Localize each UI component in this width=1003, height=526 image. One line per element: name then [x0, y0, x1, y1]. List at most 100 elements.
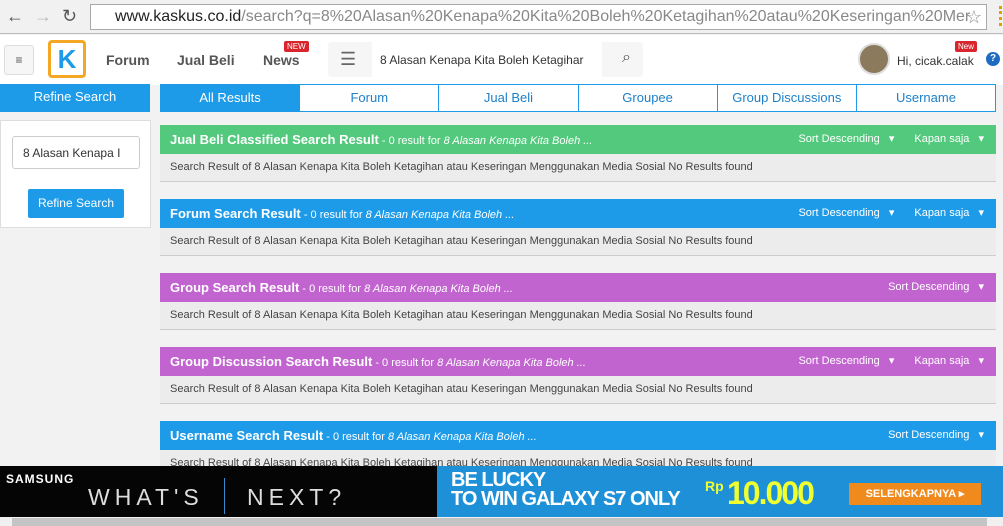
address-bar[interactable]: www.kaskus.co.id/search?q=8%20Alasan%20K… [90, 4, 987, 30]
section-title: Group Discussion Search Result [170, 354, 373, 369]
section-query: 8 Alasan Kenapa Kita Boleh ... [437, 357, 586, 369]
tab-jual-beli[interactable]: Jual Beli [438, 85, 577, 111]
section-body: Search Result of 8 Alasan Kenapa Kita Bo… [160, 228, 996, 256]
nav-forum[interactable]: Forum [106, 52, 150, 68]
chevron-down-icon: ▾ [888, 207, 895, 219]
sort-label: Sort Descending [888, 429, 970, 441]
chevron-down-icon: ▾ [888, 133, 895, 145]
sort-label: Sort Descending [798, 355, 880, 367]
chevron-down-icon: ▾ [978, 429, 984, 441]
section-count: - 0 result for [300, 209, 366, 221]
ad-tagline-b: NEXT? [247, 484, 347, 510]
result-tabs: All Results Forum Jual Beli Groupee Grou… [160, 84, 996, 112]
section-query: 8 Alasan Kenapa Kita Boleh ... [365, 209, 515, 221]
kaskus-logo[interactable]: K [48, 40, 86, 78]
tab-username[interactable]: Username [855, 85, 995, 111]
refine-search-heading: Refine Search [0, 84, 150, 112]
result-section: Forum Search Result - 0 result for 8 Ala… [160, 199, 996, 256]
refine-search-button[interactable]: Refine Search [28, 189, 124, 218]
ad-brand: SAMSUNG [6, 472, 75, 486]
result-section: Group Discussion Search Result - 0 resul… [160, 347, 996, 404]
user-greeting[interactable]: Hi, cicak.calak [897, 54, 974, 68]
user-new-badge: New [955, 41, 978, 52]
section-count: - 0 result for [378, 135, 444, 147]
hamburger-menu-button[interactable]: ≡ [4, 45, 34, 75]
ad-line2: TO WIN GALAXY S7 ONLY [451, 488, 681, 510]
search-category-menu-icon[interactable]: ☰ [340, 49, 356, 70]
chevron-down-icon: ▾ [978, 207, 984, 219]
ad-divider [224, 478, 225, 514]
result-section: Jual Beli Classified Search Result - 0 r… [160, 125, 996, 182]
ad-left-panel: SAMSUNG WHAT'S NEXT? [0, 466, 437, 517]
sort-label: Sort Descending [888, 281, 970, 293]
url-path: /search?q=8%20Alasan%20Kenapa%20Kita%20B… [241, 8, 971, 25]
browser-toolbar: ← → ↻ www.kaskus.co.id/search?q=8%20Alas… [0, 0, 1003, 34]
result-section-header: Group Search Result - 0 result for 8 Ala… [160, 273, 996, 302]
section-count: - 0 result for [299, 283, 365, 295]
result-section-header: Username Search Result - 0 result for 8 … [160, 421, 996, 450]
section-title: Forum Search Result [170, 206, 301, 221]
result-section: Group Search Result - 0 result for 8 Ala… [160, 273, 996, 330]
ad-price: 10.000 [727, 475, 815, 511]
avatar[interactable] [858, 43, 890, 75]
section-title: Group Search Result [170, 280, 300, 295]
chevron-down-icon: ▾ [978, 281, 984, 293]
section-body: Search Result of 8 Alasan Kenapa Kita Bo… [160, 154, 996, 182]
chevron-down-icon: ▾ [888, 355, 895, 367]
time-dropdown[interactable]: Kapan saja ▾ [914, 207, 984, 219]
time-dropdown[interactable]: Kapan saja ▾ [914, 133, 984, 145]
sort-dropdown[interactable]: Sort Descending ▾ [798, 133, 894, 145]
sort-dropdown[interactable]: Sort Descending ▾ [798, 355, 894, 367]
sort-dropdown[interactable]: Sort Descending ▾ [798, 207, 894, 219]
browser-menu-icon[interactable] [999, 6, 1003, 26]
section-query: 8 Alasan Kenapa Kita Boleh ... [443, 135, 593, 147]
time-label: Kapan saja [914, 355, 970, 367]
ad-tagline-a: WHAT'S [88, 484, 204, 510]
section-query: 8 Alasan Kenapa Kita Boleh ... [364, 283, 513, 295]
section-count: - 0 result for [323, 431, 388, 443]
back-icon[interactable]: ← [6, 6, 24, 27]
ad-cta-button[interactable]: SELENGKAPNYA ▸ [849, 483, 981, 505]
time-label: Kapan saja [914, 207, 970, 219]
ad-right-panel: BE LUCKY TO WIN GALAXY S7 ONLY Rp 10.000… [437, 466, 1003, 517]
url-host: www.kaskus.co.id [115, 8, 242, 25]
tab-all-results[interactable]: All Results [161, 85, 300, 111]
section-count: - 0 result for [372, 357, 438, 369]
result-section-header: Forum Search Result - 0 result for 8 Ala… [160, 199, 996, 228]
search-icon[interactable]: ⌕ [622, 49, 631, 67]
tab-group-discussions[interactable]: Group Discussions [716, 85, 856, 111]
result-section-header: Group Discussion Search Result - 0 resul… [160, 347, 996, 376]
scrollbar-thumb[interactable] [12, 518, 987, 526]
reload-icon[interactable]: ↻ [62, 6, 77, 27]
ad-currency: Rp [705, 478, 724, 494]
sort-dropdown[interactable]: Sort Descending ▾ [888, 281, 984, 293]
result-section-header: Jual Beli Classified Search Result - 0 r… [160, 125, 996, 154]
time-dropdown[interactable]: Kapan saja ▾ [914, 355, 984, 367]
section-title: Username Search Result [170, 428, 324, 443]
nav-jual-beli[interactable]: Jual Beli [177, 52, 235, 68]
horizontal-scrollbar[interactable] [0, 517, 1003, 526]
tab-groupee[interactable]: Groupee [577, 85, 717, 111]
tab-forum[interactable]: Forum [299, 85, 438, 111]
section-body: Search Result of 8 Alasan Kenapa Kita Bo… [160, 376, 996, 404]
chevron-down-icon: ▾ [978, 133, 984, 145]
search-bar: ☰ ⌕ [328, 42, 643, 77]
site-header: ≡ K Forum Jual Beli News NEW ☰ ⌕ Hi, cic… [0, 35, 1003, 85]
time-label: Kapan saja [914, 133, 970, 145]
sort-label: Sort Descending [798, 207, 880, 219]
chevron-down-icon: ▾ [978, 355, 984, 367]
refine-panel: Refine Search [0, 120, 151, 228]
sort-label: Sort Descending [798, 133, 880, 145]
search-input[interactable] [372, 42, 602, 77]
sort-dropdown[interactable]: Sort Descending ▾ [888, 429, 984, 441]
forward-icon[interactable]: → [34, 6, 52, 27]
nav-news[interactable]: News [263, 52, 300, 68]
section-query: 8 Alasan Kenapa Kita Boleh ... [387, 431, 537, 443]
samsung-ad-banner[interactable]: SAMSUNG WHAT'S NEXT? BE LUCKY TO WIN GAL… [0, 466, 1003, 517]
section-title: Jual Beli Classified Search Result [170, 132, 379, 147]
help-icon[interactable]: ? [986, 52, 1000, 66]
bookmark-star-icon[interactable]: ☆ [966, 5, 982, 29]
news-new-badge: NEW [284, 41, 309, 52]
refine-search-input[interactable] [12, 136, 140, 169]
section-body: Search Result of 8 Alasan Kenapa Kita Bo… [160, 302, 996, 330]
